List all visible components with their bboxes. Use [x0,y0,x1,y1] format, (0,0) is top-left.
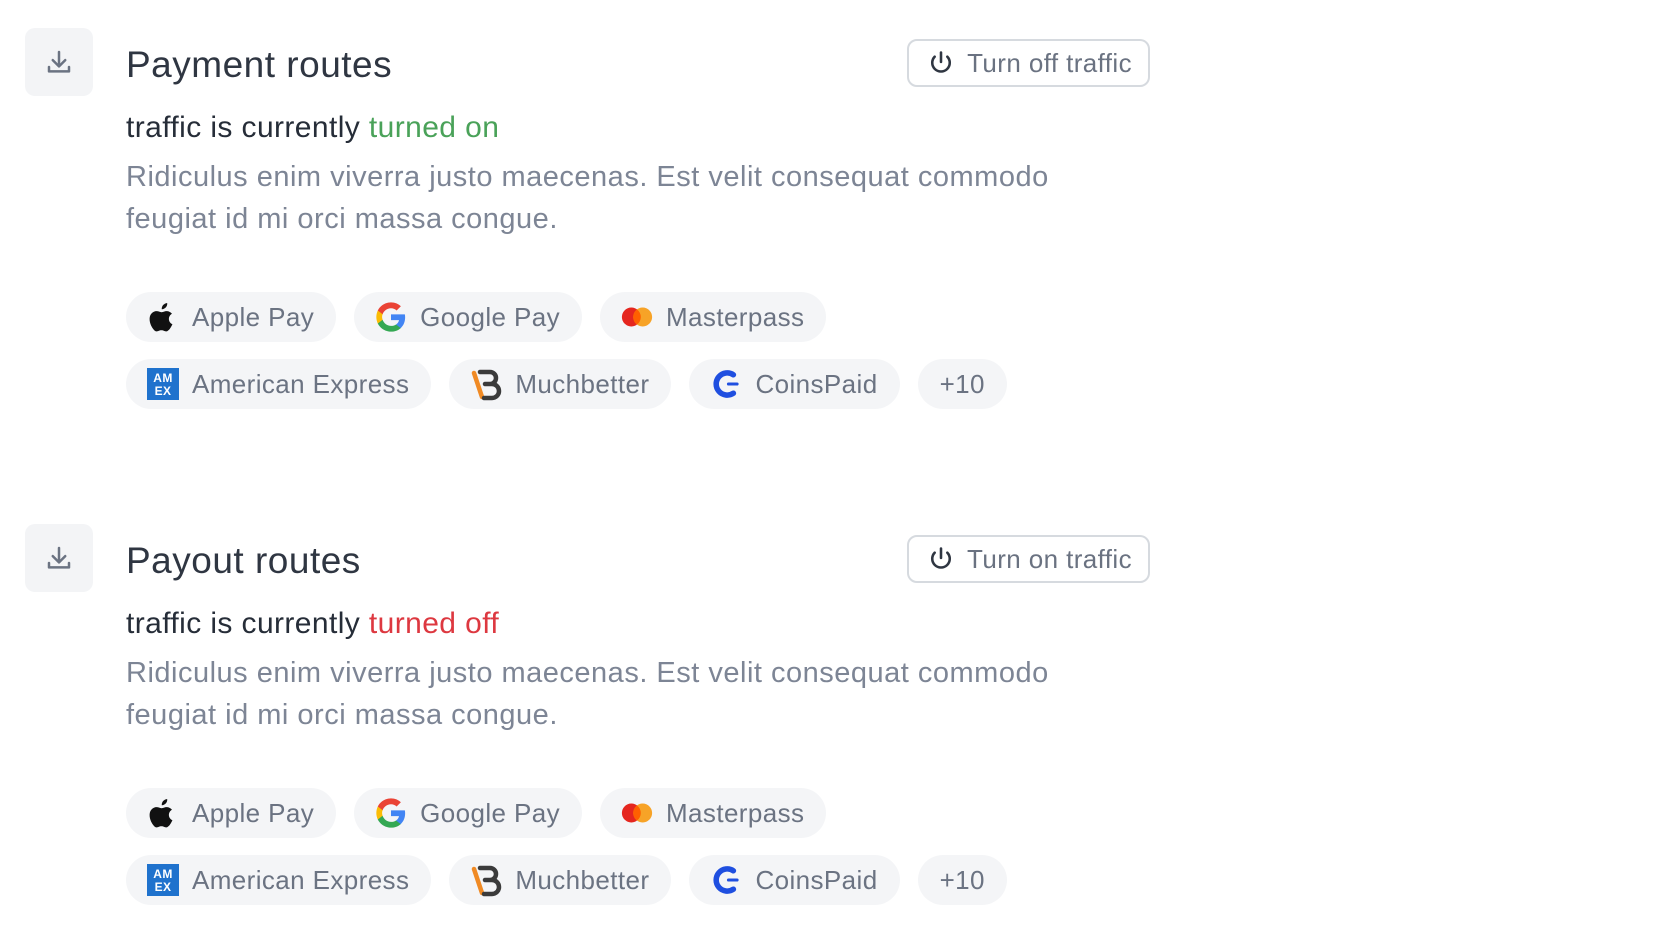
svg-text:AM: AM [153,371,172,385]
chip-google-pay[interactable]: Google Pay [354,292,582,342]
muchbetter-logo-icon [469,863,503,897]
chip-more-methods[interactable]: +10 [917,359,1007,409]
chip-label: Muchbetter [515,864,650,895]
chip-label: +10 [939,864,985,895]
coinspaid-logo-icon [709,863,743,897]
chip-label: Masterpass [666,301,805,332]
chip-masterpass[interactable]: Masterpass [600,788,827,838]
status-prefix: traffic is currently [126,111,361,144]
svg-text:EX: EX [155,384,172,398]
chip-masterpass[interactable]: Masterpass [600,292,827,342]
svg-text:AM: AM [153,867,172,881]
apple-logo-icon [146,796,180,830]
chip-coinspaid[interactable]: CoinsPaid [689,855,900,905]
amex-logo-icon: AM EX [146,863,180,897]
section-title: Payout routes [126,540,361,581]
svg-text:EX: EX [155,880,172,894]
chip-apple-pay[interactable]: Apple Pay [126,788,337,838]
chip-muchbetter[interactable]: Muchbetter [449,359,672,409]
turn-off-traffic-button[interactable]: Turn off traffic [907,39,1150,87]
payment-methods-row: AM EX American Express Muchbetter CoinsP… [126,359,1007,409]
amex-logo-icon: AM EX [146,367,180,401]
masterpass-logo-icon [620,300,654,334]
section-description: Ridiculus enim viverra justo maecenas. E… [126,657,1049,731]
traffic-status: traffic is currently turned off [126,604,499,644]
chip-label: Apple Pay [192,797,315,828]
chip-label: American Express [192,864,410,895]
chip-label: Google Pay [420,797,560,828]
download-button[interactable] [25,524,93,592]
apple-logo-icon [146,300,180,334]
button-label: Turn off traffic [967,47,1132,78]
chip-more-methods[interactable]: +10 [917,855,1007,905]
chip-label: +10 [939,368,985,399]
chip-label: CoinsPaid [755,864,878,895]
chip-muchbetter[interactable]: Muchbetter [449,855,672,905]
section-title: Payment routes [126,44,393,85]
power-icon [931,547,952,569]
download-button[interactable] [25,28,93,96]
status-prefix: traffic is currently [126,607,361,640]
payout-methods-row: Apple Pay Google Pay Masterpass [126,788,827,838]
chip-label: Apple Pay [192,301,315,332]
chip-coinspaid[interactable]: CoinsPaid [689,359,900,409]
muchbetter-logo-icon [469,367,503,401]
section-description: Ridiculus enim viverra justo maecenas. E… [126,161,1049,235]
chip-label: American Express [192,368,410,399]
download-icon [47,546,71,569]
chip-american-express[interactable]: AM EX American Express [126,359,432,409]
download-icon [47,50,71,73]
chip-google-pay[interactable]: Google Pay [354,788,582,838]
google-logo-icon [374,300,408,334]
chip-apple-pay[interactable]: Apple Pay [126,292,337,342]
button-label: Turn on traffic [967,543,1132,574]
google-logo-icon [374,796,408,830]
chip-label: CoinsPaid [755,368,878,399]
chip-label: Google Pay [420,301,560,332]
chip-label: Muchbetter [515,368,650,399]
status-value: turned off [368,607,500,640]
payment-methods-row: Apple Pay Google Pay Masterpass [126,292,827,342]
power-icon [931,51,952,73]
chip-american-express[interactable]: AM EX American Express [126,855,432,905]
chip-label: Masterpass [666,797,805,828]
masterpass-logo-icon [620,796,654,830]
traffic-status: traffic is currently turned on [126,108,499,148]
payout-methods-row: AM EX American Express Muchbetter CoinsP… [126,855,1007,905]
coinspaid-logo-icon [709,367,743,401]
status-value: turned on [368,111,500,144]
turn-on-traffic-button[interactable]: Turn on traffic [907,535,1150,583]
